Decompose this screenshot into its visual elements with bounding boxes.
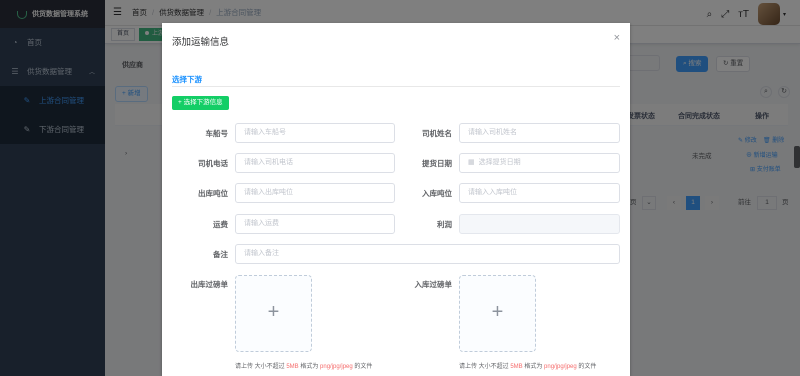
profit-label: 利润 bbox=[437, 220, 452, 229]
out-tonnage-label: 出库吨位 bbox=[198, 189, 228, 198]
dialog-title: 添加运输信息 bbox=[172, 37, 230, 48]
plus-icon: + bbox=[491, 301, 504, 323]
out-weigh-slip-upload[interactable]: + bbox=[235, 275, 312, 352]
calendar-icon: ▦ bbox=[468, 159, 475, 166]
upload-tip: 请上传 大小不超过 5MB 格式为 png/jpg/jpeg 的文件 bbox=[235, 364, 373, 370]
pickup-date-label: 提货日期 bbox=[422, 159, 452, 168]
select-downstream-button[interactable]: + 选择下游信息 bbox=[172, 96, 229, 110]
freight-label: 运费 bbox=[213, 220, 228, 229]
driver-phone-label: 司机电话 bbox=[198, 159, 228, 168]
add-transport-dialog: 添加运输信息 × 选择下游 + 选择下游信息 车船号 请输入车船号 司机姓名 请… bbox=[162, 23, 630, 376]
in-weigh-slip-label: 入库过磅单 bbox=[414, 280, 453, 289]
in-tonnage-input[interactable]: 请输入入库吨位 bbox=[459, 183, 620, 203]
remark-input[interactable]: 请输入备注 bbox=[235, 244, 620, 264]
driver-name-input[interactable]: 请输入司机姓名 bbox=[459, 123, 620, 143]
in-tonnage-label: 入库吨位 bbox=[422, 189, 452, 198]
vessel-no-label: 车船号 bbox=[205, 129, 229, 138]
plus-icon: + bbox=[267, 301, 280, 323]
section-divider bbox=[172, 86, 620, 87]
section-title: 选择下游 bbox=[172, 75, 202, 84]
upload-tip: 请上传 大小不超过 5MB 格式为 png/jpg/jpeg 的文件 bbox=[459, 364, 597, 370]
driver-name-label: 司机姓名 bbox=[422, 129, 452, 138]
remark-label: 备注 bbox=[213, 250, 228, 259]
profit-input bbox=[459, 214, 620, 234]
in-weigh-slip-upload[interactable]: + bbox=[459, 275, 536, 352]
out-weigh-slip-label: 出库过磅单 bbox=[190, 280, 229, 289]
close-icon[interactable]: × bbox=[614, 32, 620, 44]
scrollbar[interactable] bbox=[794, 146, 800, 168]
pickup-date-input[interactable]: ▦ 选择提货日期 bbox=[459, 153, 620, 173]
